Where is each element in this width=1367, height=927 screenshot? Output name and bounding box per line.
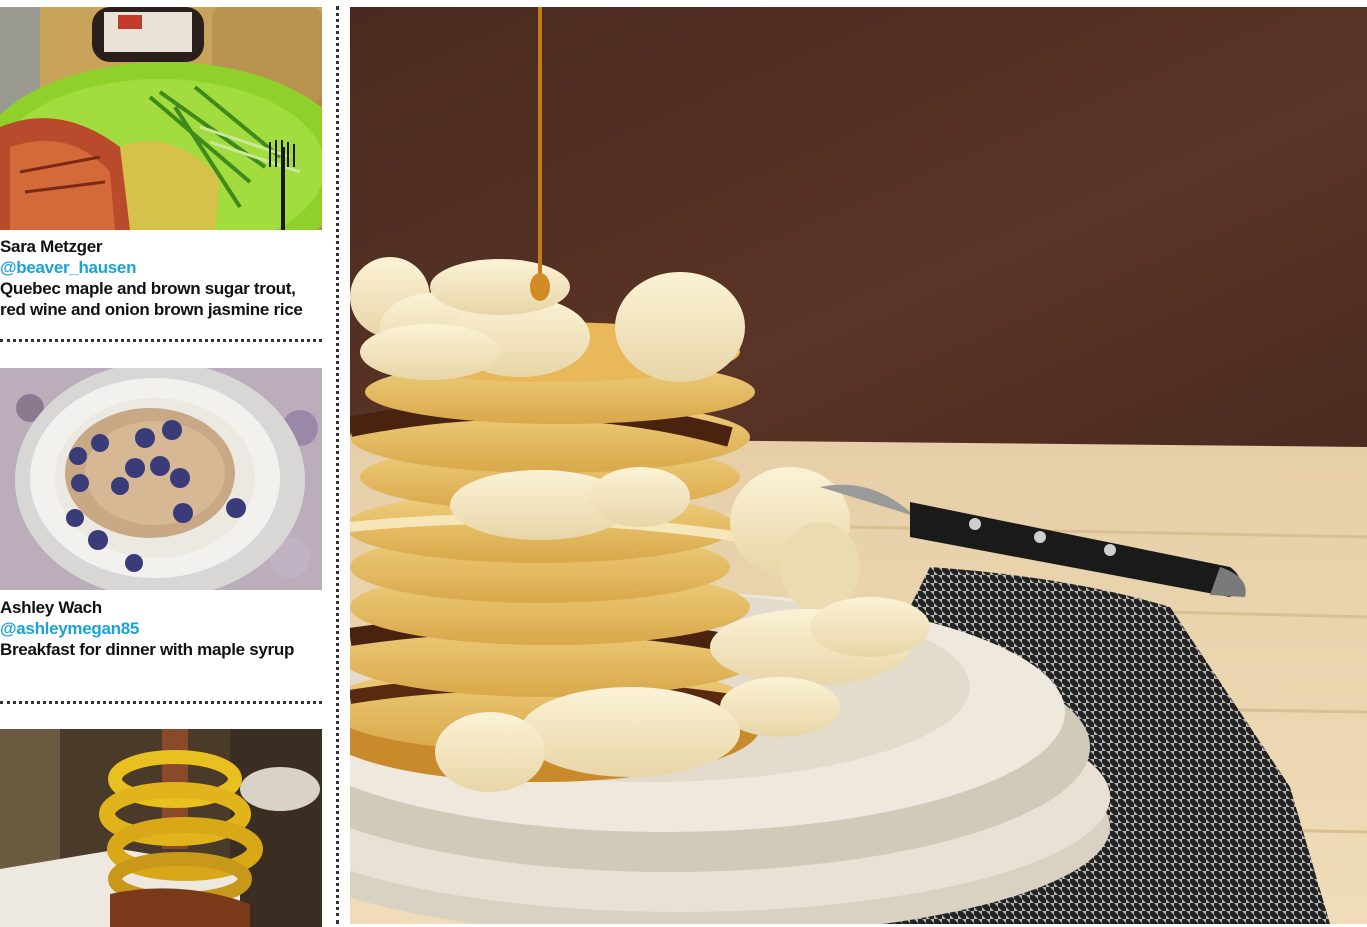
post-caption: Quebec maple and brown sugar trout, red …: [0, 279, 303, 319]
feed-photo-onion-ring-tower[interactable]: [0, 729, 322, 927]
feed-separator: [0, 701, 322, 704]
page: Sara Metzger @beaver_hausen Quebec maple…: [0, 0, 1367, 927]
feed-post-2: Ashley Wach @ashleymegan85 Breakfast for…: [0, 597, 325, 660]
feed-separator: [0, 339, 322, 342]
post-author-handle-link[interactable]: @beaver_hausen: [0, 257, 325, 278]
post-author-name: Ashley Wach: [0, 598, 102, 617]
post-author-handle-link[interactable]: @ashleymegan85: [0, 618, 325, 639]
post-caption: Breakfast for dinner with maple syrup: [0, 640, 295, 659]
photo-feed: Sara Metzger @beaver_hausen Quebec maple…: [0, 0, 330, 927]
feed-photo-trout-plate[interactable]: [0, 7, 322, 230]
column-divider: [336, 6, 339, 924]
feed-photo-oatmeal-bowl[interactable]: [0, 368, 322, 590]
post-author-name: Sara Metzger: [0, 237, 103, 256]
feed-post-1: Sara Metzger @beaver_hausen Quebec maple…: [0, 236, 325, 320]
hero-photo-pancake-stack: [350, 7, 1367, 924]
